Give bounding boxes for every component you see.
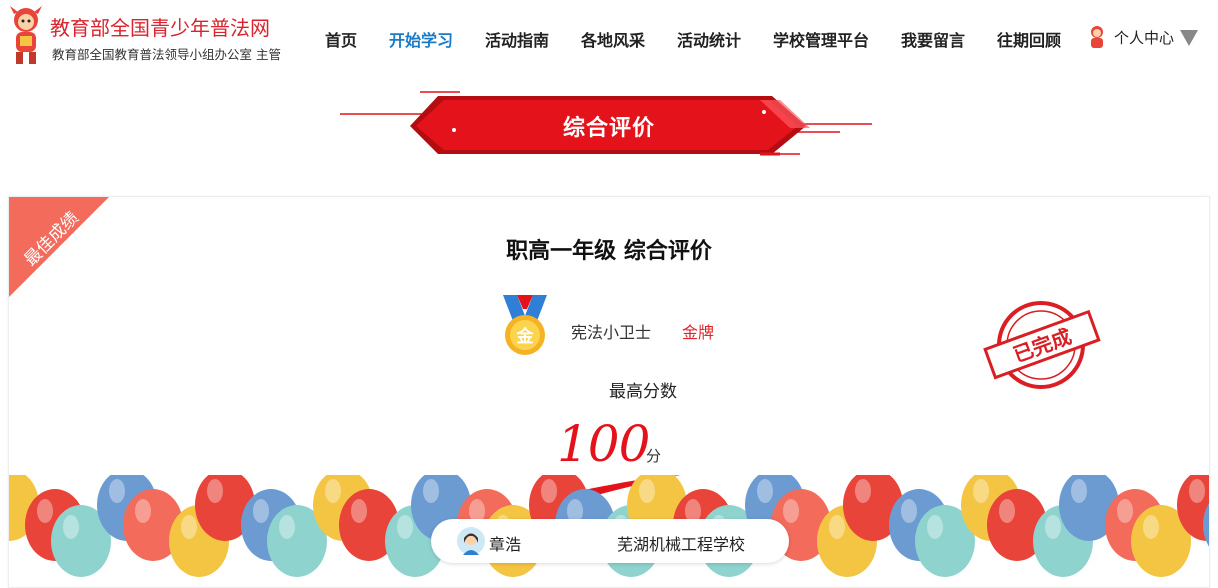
completed-stamp-icon: 已完成	[983, 301, 1101, 389]
site-header: 教育部全国青少年普法网 教育部全国教育普法领导小组办公室 主管 首页 开始学习 …	[0, 0, 1218, 76]
balloon-highlight	[757, 479, 773, 503]
nav-item-home[interactable]: 首页	[325, 27, 357, 51]
score-value: 100	[557, 415, 650, 473]
nav-item-activity-guide[interactable]: 活动指南	[485, 27, 549, 51]
balloon-highlight	[639, 479, 655, 503]
section-title: 综合评价	[562, 116, 655, 141]
balloon-highlight	[109, 479, 125, 503]
school-name: 芜湖机械工程学校	[617, 535, 746, 554]
balloon-highlight	[397, 515, 413, 539]
evaluation-card: 最佳成绩 职高一年级 综合评价 金 宪法小卫士 金牌 最高分数 100 分 已完…	[8, 196, 1210, 588]
medal-glyph: 金	[516, 326, 535, 347]
balloon-highlight	[829, 515, 845, 539]
balloon-highlight	[253, 499, 269, 523]
medal-level: 金牌	[682, 323, 715, 342]
balloon-highlight	[999, 499, 1015, 523]
score-unit: 分	[646, 447, 662, 465]
site-subtitle: 教育部全国教育普法领导小组办公室 主管	[52, 47, 281, 62]
nav-item-message[interactable]: 我要留言	[901, 27, 965, 51]
balloon-highlight	[1143, 515, 1159, 539]
balloon-highlight	[351, 499, 367, 523]
chevron-down-icon[interactable]	[1180, 30, 1199, 46]
student-name: 章浩	[489, 535, 522, 554]
balloon-highlight	[63, 515, 79, 539]
nav-item-start-learning[interactable]: 开始学习	[389, 27, 453, 51]
card-title: 职高一年级 综合评价	[506, 239, 712, 264]
balloon-highlight	[541, 479, 557, 503]
balloon-highlight	[973, 479, 989, 503]
site-title[interactable]: 教育部全国青少年普法网	[50, 12, 270, 41]
balloon-highlight	[135, 499, 151, 523]
user-center-label: 个人中心	[1114, 28, 1175, 47]
student-info-pill: 章浩 芜湖机械工程学校	[431, 519, 789, 563]
balloon-highlight	[1045, 515, 1061, 539]
balloon-highlight	[207, 479, 223, 503]
medal-name: 宪法小卫士	[571, 323, 652, 342]
student-avatar-icon	[457, 527, 485, 555]
balloon-highlight	[1071, 479, 1087, 503]
nav-item-school-platform[interactable]: 学校管理平台	[773, 27, 869, 51]
gold-medal-icon: 金	[503, 295, 547, 355]
user-center-menu[interactable]: 个人中心	[1086, 22, 1199, 52]
mascot-logo-icon[interactable]	[4, 4, 48, 68]
balloon-highlight	[855, 479, 871, 503]
nav-item-regional[interactable]: 各地风采	[581, 27, 645, 51]
balloon-highlight	[1117, 499, 1133, 523]
balloon-highlight	[1189, 479, 1205, 503]
balloon-highlight	[901, 499, 917, 523]
balloon-highlight	[927, 515, 943, 539]
balloon-highlight	[423, 479, 439, 503]
nav-item-statistics[interactable]: 活动统计	[677, 27, 741, 51]
balloon-highlight	[783, 499, 799, 523]
balloon-highlight	[325, 479, 341, 503]
balloon-highlight	[37, 499, 53, 523]
nav-item-archive[interactable]: 往期回顾	[997, 27, 1061, 51]
balloon-highlight	[181, 515, 197, 539]
balloon-highlight	[279, 515, 295, 539]
mascot-avatar-icon	[1091, 26, 1103, 48]
